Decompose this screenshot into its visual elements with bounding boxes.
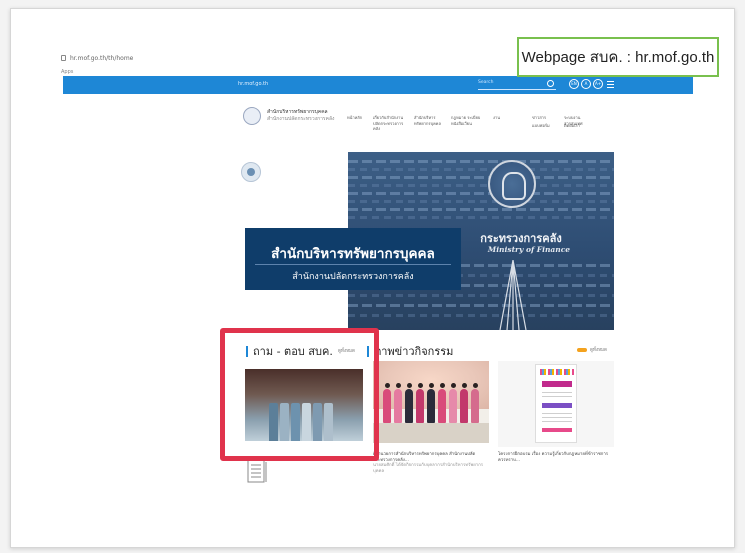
site-logo[interactable] [243,107,261,125]
menu-icon[interactable] [607,81,614,88]
org-subname: สำนักงานปลัดกระทรวงการคลัง [267,116,335,122]
building-sign-english: Ministry of Finance [487,245,571,254]
qa-highlight-box [220,328,379,461]
news-item-2[interactable]: โครงการฝึกอบรม เรื่อง ความรู้เกี่ยวกับกฎ… [498,452,614,463]
org-name-block: สำนักบริหารทรัพยากรบุคคล สำนักงานปลัดกระ… [267,109,334,123]
carousel-indicator[interactable] [577,347,587,352]
hero-title: สำนักบริหารทรัพยากรบุคคล [271,246,435,262]
address-url[interactable]: hr.mof.go.th/th/home [70,55,133,62]
nav-hr-office[interactable]: สำนักบริหาร ทรัพยากรบุคคล [414,115,446,126]
activity-section-title[interactable]: ภาพข่าวกิจกรรม [367,342,453,360]
nav-work[interactable]: งาน [493,115,519,121]
search-icon[interactable] [547,80,554,87]
hero-title-band: สำนักบริหารทรัพยากรบุคคล สำนักงานปลัดกระ… [245,228,461,290]
news-photo-document[interactable] [498,361,614,447]
annotation-caption: Webpage สบค. : hr.mof.go.th [517,37,719,77]
document-poster [535,364,577,443]
nav-news[interactable]: ข่าวสาร [532,115,558,121]
news-detail-1: นายสมศักดิ์ ได้จัดกิจกรรมกับบุคลากรสำนัก… [373,463,484,474]
document-icon[interactable] [247,459,269,483]
ministry-logo-icon [241,162,261,182]
lock-icon [61,55,66,61]
site-top-bar: hr.mof.go.th Search EN A A+ [63,76,693,94]
carousel-controls[interactable]: ดูทั้งหมด [577,346,607,353]
news-photo-group[interactable] [373,361,489,443]
nav-contact[interactable]: ติดต่อเรา [564,123,594,129]
nav-home[interactable]: หน้าหลัก [347,115,369,121]
org-name: สำนักบริหารทรัพยากรบุคคล [267,109,328,115]
site-domain[interactable]: hr.mof.go.th [238,81,268,87]
news-caption-1[interactable]: ผู้อำนวยการสำนักบริหารทรัพยากรบุคคล สำนั… [373,452,489,463]
news-item-1[interactable]: ผู้อำนวยการสำนักบริหารทรัพยากรบุคคล สำนั… [373,452,489,474]
search-input[interactable]: Search [478,80,556,90]
ministry-seal-icon [488,160,536,208]
screenshot-frame: hr.mof.go.th/th/home Apps hr.mof.go.th S… [10,8,735,548]
hero-divider [255,264,451,265]
activity-see-all-link[interactable]: ดูทั้งหมด [590,346,607,353]
nav-forms[interactable]: แบบฟอร์ม [532,123,558,129]
hero-subtitle: สำนักงานปลัดกระทรวงการคลัง [292,272,414,282]
font-larger-icon[interactable]: A+ [593,79,603,89]
language-icon[interactable]: EN [569,79,579,89]
apps-bookmark[interactable]: Apps [61,69,73,75]
pillar-decoration [498,259,528,330]
font-size-icon[interactable]: A [581,79,591,89]
news-caption-2[interactable]: โครงการฝึกอบรม เรื่อง ความรู้เกี่ยวกับกฎ… [498,452,614,463]
nav-about[interactable]: เกี่ยวกับสำนักงาน ปลัดกระทรวงการคลัง [373,115,407,132]
nav-law[interactable]: กฎหมาย ระเบียบ หนังสือเวียน [451,115,485,126]
